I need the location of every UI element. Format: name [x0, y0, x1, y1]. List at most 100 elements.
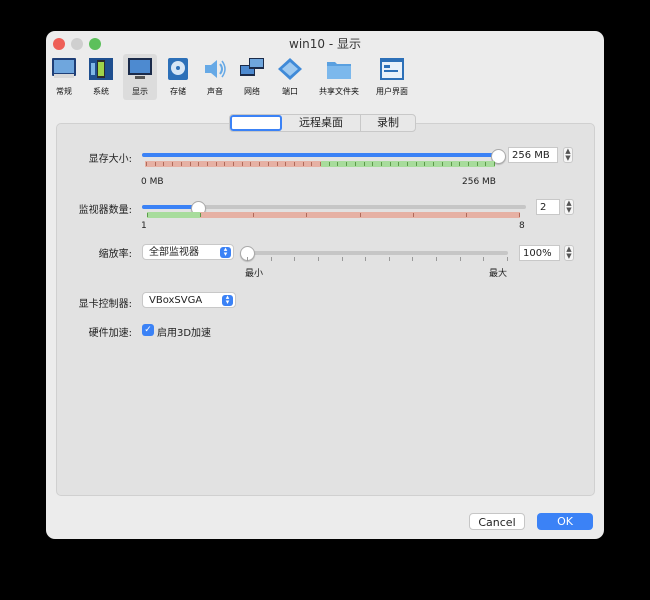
slider-tick [465, 213, 467, 217]
slider-tick [337, 162, 339, 166]
slider-tick [241, 162, 243, 166]
monitor-count-fill [142, 205, 197, 209]
slider-tick [341, 257, 343, 261]
slider-tick [412, 257, 414, 261]
speaker-icon [205, 60, 226, 78]
monitor-count-label: 监视器数量: [78, 205, 132, 216]
slider-tick [302, 162, 304, 166]
slider-tick [441, 162, 443, 166]
disk-icon [168, 58, 188, 80]
slider-tick [346, 162, 348, 166]
slider-tick [459, 257, 461, 261]
slider-tick [407, 162, 408, 166]
slider-tick [494, 162, 495, 166]
slider-tick [206, 162, 208, 166]
slider-tick [354, 162, 356, 166]
video-memory-stepper[interactable]: ▲ ▼ [563, 147, 573, 163]
slider-tick [483, 257, 485, 261]
slider-tick [250, 162, 252, 166]
slider-tick [163, 162, 165, 166]
video-memory-min-label: 0 MB [141, 177, 164, 187]
toolbar-item-network[interactable]: 网络 [237, 54, 267, 100]
title-bar: win10 - 显示 [46, 31, 604, 55]
slider-tick [359, 213, 361, 217]
ok-button[interactable]: OK [537, 513, 593, 530]
toolbar-item-system[interactable]: 系统 [86, 54, 116, 100]
toolbar-item-general[interactable]: 常规 [49, 54, 79, 100]
slider-tick [154, 162, 156, 166]
monitor-count-range-bar [147, 212, 520, 218]
slider-tick [294, 257, 296, 261]
slider-tick [519, 213, 520, 217]
scale-monitor-select[interactable]: 全部监视器 ▴ ▾ [142, 244, 234, 260]
slider-tick [267, 162, 269, 166]
slider-tick [285, 162, 287, 166]
video-memory-label: 显存大小: [88, 154, 132, 165]
scale-factor-label: 缩放率: [98, 249, 132, 260]
slider-tick [180, 162, 182, 166]
toolbar-item-user-interface[interactable]: 用户界面 [373, 54, 411, 100]
slider-tick [412, 213, 414, 217]
tab-bar: 远程桌面 录制 [229, 114, 416, 132]
slider-tick [317, 257, 319, 261]
enable-3d-label: 启用3D加速 [157, 328, 212, 339]
slider-tick [415, 162, 417, 166]
tab-remote-display[interactable]: 远程桌面 [282, 115, 361, 131]
slider-tick [436, 257, 438, 261]
tab-screen[interactable] [230, 115, 282, 131]
slider-tick [398, 162, 400, 166]
scale-factor-stepper[interactable]: ▲ ▼ [564, 245, 574, 261]
video-memory-fill [142, 153, 497, 157]
monitor-count-input[interactable]: 2 [536, 199, 560, 215]
cancel-button[interactable]: Cancel [469, 513, 525, 530]
scale-min-label: 最小 [245, 269, 264, 279]
slider-tick [293, 162, 295, 166]
graphics-controller-label: 显卡控制器: [78, 299, 132, 310]
slider-tick [388, 257, 390, 261]
slider-tick [320, 162, 321, 166]
toolbar-item-storage[interactable]: 存储 [163, 54, 193, 100]
video-memory-max-label: 256 MB [462, 177, 496, 187]
slider-tick [389, 162, 391, 166]
slider-tick [311, 162, 313, 166]
chevron-updown-icon: ▴ ▾ [220, 246, 231, 258]
tab-recording[interactable]: 录制 [361, 115, 415, 131]
slider-tick [372, 162, 374, 166]
port-icon [278, 58, 302, 80]
toolbar-item-ports[interactable]: 端口 [275, 54, 305, 100]
acceleration-label: 硬件加速: [88, 328, 132, 339]
slider-tick [450, 162, 452, 166]
toolbar-item-display[interactable]: 显示 [123, 54, 157, 100]
slider-tick [485, 162, 487, 166]
slider-tick [328, 162, 330, 166]
slider-tick [224, 162, 226, 166]
slider-tick [253, 213, 255, 217]
slider-tick [172, 162, 174, 166]
chevron-updown-icon: ▴ ▾ [222, 294, 233, 306]
enable-3d-checkbox[interactable]: ✓ [142, 324, 154, 336]
slider-tick [276, 162, 278, 166]
window-icon [380, 58, 404, 80]
slider-tick [146, 162, 147, 166]
slider-tick [467, 162, 469, 166]
slider-tick [247, 257, 248, 261]
slider-tick [476, 162, 478, 166]
graphics-controller-select[interactable]: VBoxSVGA ▴ ▾ [142, 292, 236, 308]
toolbar-item-audio[interactable]: 声音 [200, 54, 230, 100]
slider-tick [270, 257, 272, 261]
scale-factor-input[interactable]: 100% [519, 245, 560, 261]
monitor-count-stepper[interactable]: ▲ ▼ [564, 199, 574, 215]
display-icon [128, 58, 152, 79]
chip-icon [89, 58, 113, 80]
slider-tick [200, 213, 202, 217]
slider-tick [147, 213, 148, 217]
slider-tick [233, 162, 234, 166]
folder-icon [327, 62, 351, 79]
scale-max-label: 最大 [489, 269, 508, 279]
toolbar-item-shared-folders[interactable]: 共享文件夹 [315, 54, 363, 100]
monitor-count-min-label: 1 [141, 221, 147, 231]
slider-tick [198, 162, 200, 166]
slider-tick [459, 162, 461, 166]
video-memory-input[interactable]: 256 MB [508, 147, 558, 163]
slider-tick [215, 162, 217, 166]
